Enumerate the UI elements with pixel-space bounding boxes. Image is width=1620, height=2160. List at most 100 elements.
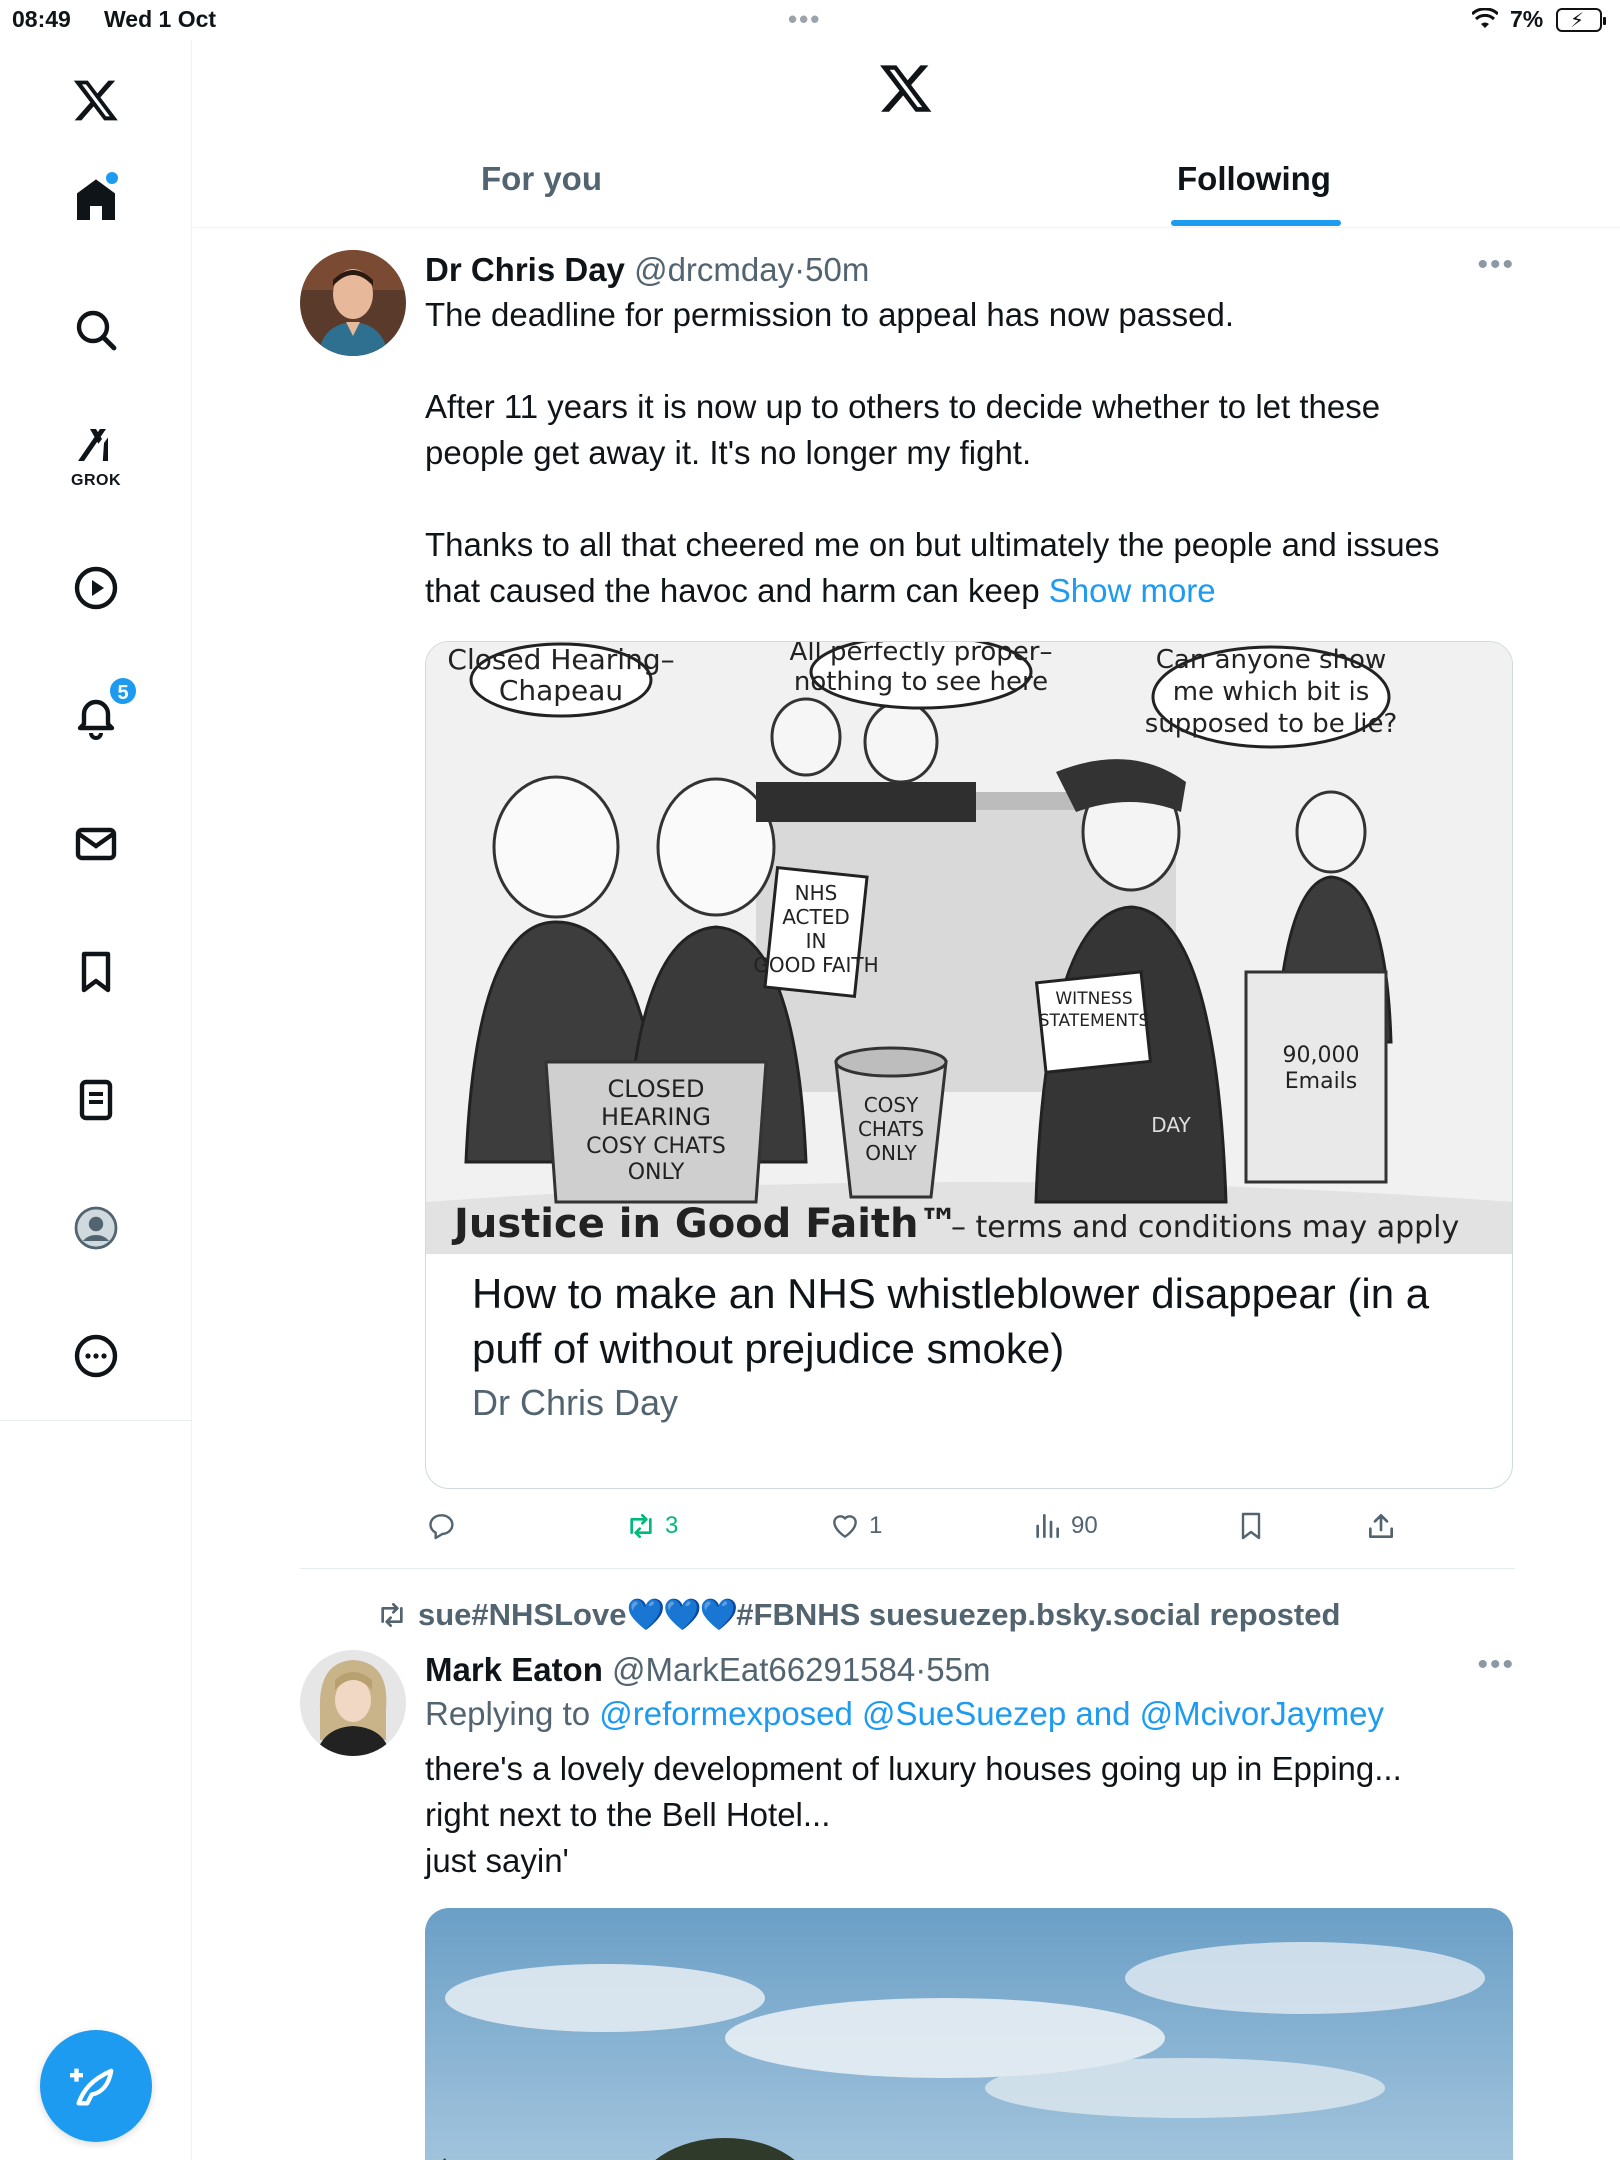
tab-following[interactable]: Following: [1177, 160, 1331, 198]
play-icon: [74, 566, 118, 610]
card-title: How to make an NHS whistleblower disappe…: [472, 1270, 1430, 1372]
tweet-text-line: right next to the Bell Hotel...: [425, 1796, 831, 1833]
share-icon: [1369, 1514, 1393, 1538]
sidebar-item-lists[interactable]: [56, 1060, 136, 1140]
sidebar-item-messages[interactable]: [56, 804, 136, 884]
repost-button[interactable]: 3: [625, 1510, 678, 1542]
bookmark-icon: [1241, 1512, 1261, 1540]
tweet-text-line: people get away it. It's no longer my fi…: [425, 434, 1032, 471]
search-icon: [76, 310, 117, 351]
tweet-text-line: Thanks to all that cheered me on but ult…: [425, 526, 1440, 563]
repost-icon: [381, 1602, 403, 1627]
bubble-all-perfectly: All perfectly proper–: [790, 642, 1053, 667]
share-button[interactable]: [1365, 1510, 1397, 1542]
sidebar-separator: [0, 1420, 192, 1421]
list-icon: [79, 1079, 113, 1121]
wifi-icon: [1472, 8, 1498, 28]
replying-to-prefix: Replying to: [425, 1695, 591, 1732]
more-circle-icon: [74, 1334, 118, 1378]
multitasking-dots-icon[interactable]: •••: [788, 4, 821, 35]
tweet-text-line: The deadline for permission to appeal ha…: [425, 296, 1234, 333]
bubble-which-bit: me which bit is: [1173, 677, 1370, 707]
sidebar-item-more[interactable]: [56, 1316, 136, 1396]
more-options-icon[interactable]: •••: [1477, 248, 1515, 282]
sign-witness-statements-2: STATEMENTS: [1039, 1011, 1150, 1031]
grok-icon: [78, 429, 108, 461]
reposter-name: sue#NHSLove: [418, 1597, 627, 1632]
sign-closed-hearing-4: ONLY: [628, 1160, 685, 1185]
sign-closed-hearing-2: HEARING: [601, 1103, 711, 1131]
bubble-nothing-to-see: nothing to see here: [794, 667, 1048, 697]
timeline-tabs: For you Following: [193, 150, 1620, 228]
like-count: 1: [869, 1512, 883, 1539]
profile-icon: [74, 1206, 118, 1250]
home-unread-dot: [106, 172, 118, 184]
status-date: Wed 1 Oct: [104, 6, 217, 32]
sign-cosy-chats-2: CHATS: [858, 1117, 924, 1141]
sidebar-item-grok[interactable]: GROK: [56, 412, 136, 492]
sign-nhs-acted-2: ACTED: [782, 905, 850, 929]
avatar[interactable]: [300, 1650, 406, 1756]
reply-button[interactable]: [425, 1510, 465, 1542]
sidebar-item-home[interactable]: [56, 160, 136, 240]
bubble-can-anyone: Can anyone show: [1156, 645, 1386, 675]
card-image: Closed Hearing– Chapeau All perfectly pr…: [426, 642, 1512, 1254]
card-image-caption: Justice in Good Faith™: [451, 1201, 959, 1247]
sidebar-item-profile[interactable]: [56, 1188, 136, 1268]
views-chart-icon: [1036, 1514, 1059, 1538]
sign-emails-2: Emails: [1285, 1069, 1358, 1094]
compose-button[interactable]: [40, 2030, 152, 2142]
mail-icon: [75, 827, 117, 861]
separator-dot: ·: [794, 251, 806, 288]
bubble-closed-hearing-2: Chapeau: [499, 674, 623, 707]
sidebar-item-video[interactable]: [56, 548, 136, 628]
link-card[interactable]: Closed Hearing– Chapeau All perfectly pr…: [425, 641, 1513, 1489]
sign-day: DAY: [1151, 1113, 1191, 1137]
author-handle[interactable]: @MarkEat66291584: [612, 1651, 915, 1688]
sidebar-item-search[interactable]: [56, 290, 136, 370]
tab-active-indicator: [1171, 220, 1341, 226]
tweet-text-line: that caused the havoc and harm can keep: [425, 572, 1040, 609]
compose-feather-icon: [70, 2068, 114, 2106]
sign-closed-hearing: CLOSED: [607, 1075, 704, 1103]
sign-witness-statements: WITNESS: [1055, 989, 1132, 1009]
sidebar-item-bookmarks[interactable]: [56, 932, 136, 1012]
notifications-badge: 5: [108, 676, 138, 706]
replying-to: Replying to @reformexposed @SueSuezep an…: [425, 1692, 1515, 1736]
sign-nhs-acted: NHS: [795, 881, 838, 905]
sidebar: GROK 5: [0, 40, 192, 2160]
sidebar-item-notifications[interactable]: 5: [56, 676, 138, 756]
tweet-time[interactable]: 50m: [805, 251, 869, 288]
tab-for-you[interactable]: For you: [481, 160, 602, 198]
like-button[interactable]: 1: [829, 1510, 882, 1542]
avatar[interactable]: [300, 250, 406, 356]
reposter-hearts: 💙💙💙: [626, 1597, 738, 1632]
tweet-actions: 3 1 90: [425, 1510, 1425, 1560]
grok-label: GROK: [71, 472, 121, 489]
author-handle[interactable]: @drcmday: [634, 251, 794, 288]
card-source: Dr Chris Day: [472, 1382, 679, 1423]
repost-count: 3: [665, 1512, 679, 1539]
tweet-photo[interactable]: [425, 1908, 1513, 2160]
more-options-icon[interactable]: •••: [1477, 1648, 1515, 1682]
bookmark-button[interactable]: [1235, 1510, 1267, 1542]
card-image-caption-2: – terms and conditions may apply: [951, 1210, 1459, 1245]
battery-percent: 7%: [1510, 6, 1544, 32]
reposted-by[interactable]: sue#NHSLove💙💙💙#FBNHS suesuezep.bsky.soci…: [376, 1596, 1340, 1633]
view-count: 90: [1071, 1512, 1098, 1539]
bubble-closed-hearing: Closed Hearing–: [447, 643, 674, 676]
author-name[interactable]: Dr Chris Day: [425, 251, 625, 288]
tweet-text-line: just sayin': [425, 1842, 569, 1879]
reposter-suffix: #FBNHS suesuezep.bsky.social reposted: [736, 1597, 1341, 1632]
author-name[interactable]: Mark Eaton: [425, 1651, 603, 1688]
tweet-time[interactable]: 55m: [926, 1651, 990, 1688]
sign-cosy-chats: COSY: [864, 1093, 919, 1117]
show-more-link[interactable]: Show more: [1049, 572, 1216, 609]
tweet-text-line: there's a lovely development of luxury h…: [425, 1750, 1402, 1787]
reply-icon: [429, 1514, 454, 1540]
x-logo-icon[interactable]: [56, 60, 136, 140]
x-header-logo-icon[interactable]: [878, 60, 934, 116]
replying-to-handles[interactable]: @reformexposed @SueSuezep and @McivorJay…: [599, 1695, 1384, 1732]
status-time: 08:49: [12, 6, 71, 32]
views-button[interactable]: 90: [1031, 1510, 1098, 1542]
